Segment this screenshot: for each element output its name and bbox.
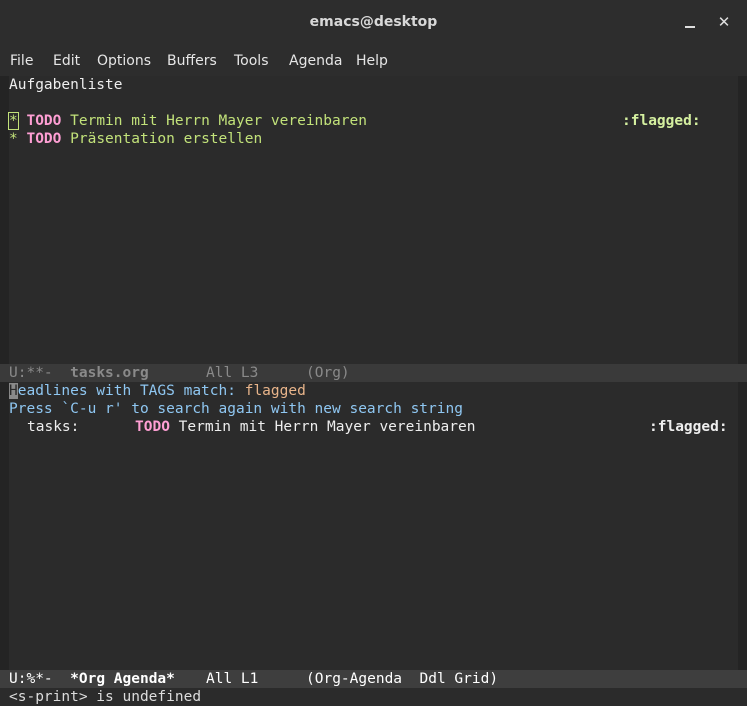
agenda-entry-tag: :flagged: <box>649 419 728 435</box>
echo-area-message: <s-print> is undefined <box>9 689 202 705</box>
minibuffer[interactable]: <s-print> is undefined <box>0 688 747 706</box>
menu-tools[interactable]: Tools <box>234 53 269 69</box>
heading-text: Termin mit Herrn Mayer vereinbaren <box>70 113 367 129</box>
org-heading-line[interactable]: * TODO Präsentation erstellen <box>9 130 262 148</box>
mode-line-top[interactable]: U:**- tasks.org All L3 (Org) <box>0 364 747 382</box>
agenda-hint: Press `C-u r' to search again with new s… <box>9 401 463 417</box>
window-title: emacs@desktop <box>309 14 438 30</box>
menu-help[interactable]: Help <box>356 53 388 69</box>
modeline-status: U:%*- <box>9 671 53 687</box>
modeline-position: All L3 <box>206 365 259 381</box>
heading-star: * <box>8 112 19 130</box>
left-fringe <box>0 76 9 364</box>
modeline-status: U:**- <box>9 365 53 381</box>
close-icon: ✕ <box>717 13 731 31</box>
menu-bar: File Edit Options Buffers Tools Agenda H… <box>0 46 747 76</box>
agenda-header: Headlines with TAGS match: flagged <box>9 382 306 400</box>
agenda-pane[interactable]: Headlines with TAGS match: flagged Press… <box>0 382 747 670</box>
agenda-match-string: flagged <box>244 383 306 399</box>
agenda-entry[interactable]: tasks: TODO Termin mit Herrn Mayer verein… <box>9 418 738 436</box>
heading-star: * <box>9 131 18 147</box>
agenda-header-text: eadlines with TAGS match: <box>17 383 245 399</box>
todo-keyword: TODO <box>26 131 62 147</box>
right-fringe <box>738 76 747 364</box>
modeline-buffer-name: tasks.org <box>70 365 149 381</box>
text-cursor: H <box>9 383 18 399</box>
left-fringe <box>0 382 9 670</box>
org-buffer-pane[interactable]: Aufgabenliste * TODO Termin mit Herrn Ma… <box>0 76 747 364</box>
todo-keyword: TODO <box>26 113 62 129</box>
modeline-mode: (Org) <box>306 365 350 381</box>
menu-agenda[interactable]: Agenda <box>289 53 342 69</box>
agenda-entry-text: Termin mit Herrn Mayer vereinbaren <box>178 419 476 435</box>
menu-options[interactable]: Options <box>97 53 151 69</box>
menu-edit[interactable]: Edit <box>53 53 80 69</box>
agenda-category: tasks: <box>27 419 80 435</box>
modeline-position: All L1 <box>206 671 259 687</box>
close-button[interactable]: ✕ <box>712 10 736 34</box>
buffer-heading: Aufgabenliste <box>9 77 123 93</box>
modeline-mode: (Org-Agenda Ddl Grid) <box>306 671 499 687</box>
heading-text: Präsentation erstellen <box>70 131 263 147</box>
mode-line-bottom[interactable]: U:%*- *Org Agenda* All L1 (Org-Agenda Ddl … <box>0 670 747 688</box>
minimize-button[interactable] <box>678 10 702 34</box>
heading-tag: :flagged: <box>622 113 701 129</box>
menu-buffers[interactable]: Buffers <box>167 53 217 69</box>
title-bar: emacs@desktop ✕ <box>0 0 747 46</box>
modeline-buffer-name: *Org Agenda* <box>70 671 175 687</box>
right-fringe <box>738 382 747 670</box>
org-heading-line[interactable]: * TODO Termin mit Herrn Mayer vereinbare… <box>8 112 738 130</box>
menu-file[interactable]: File <box>10 53 33 69</box>
todo-keyword: TODO <box>135 419 170 435</box>
